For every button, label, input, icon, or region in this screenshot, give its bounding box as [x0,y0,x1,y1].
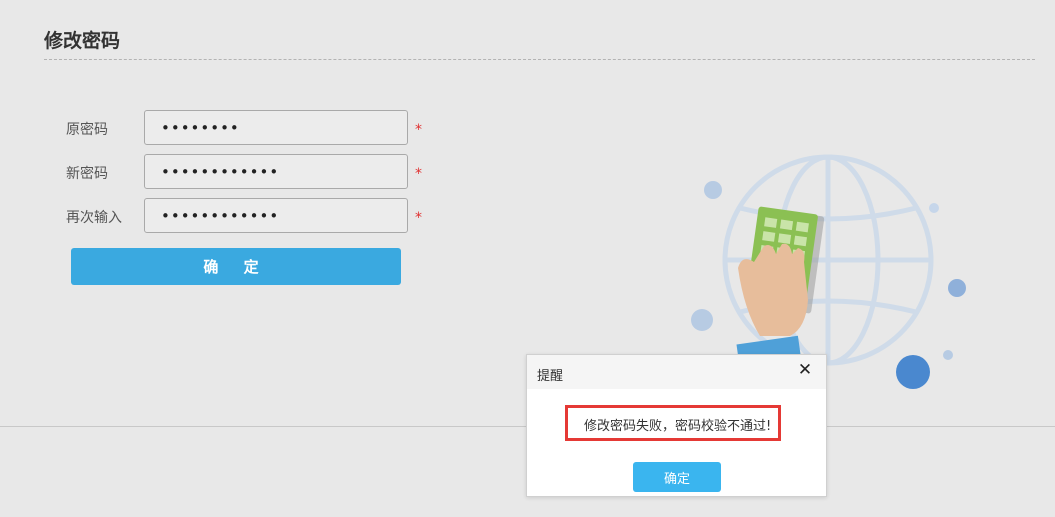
decor-dot [691,309,713,331]
decor-dot [943,350,953,360]
decor-dot [704,181,722,199]
required-star: * [415,210,422,226]
old-password-input[interactable] [144,110,408,145]
old-password-label: 原密码 [66,122,108,138]
old-password-row: 原密码 * [0,110,440,146]
required-star: * [415,166,422,182]
title-divider [44,59,1035,60]
close-icon[interactable]: ✕ [795,360,815,380]
decor-dot [896,355,930,389]
decor-dot [948,279,966,297]
new-password-input[interactable] [144,154,408,189]
dialog-header: 提醒 ✕ [527,355,826,389]
new-password-row: 新密码 * [0,154,440,190]
submit-button[interactable]: 确 定 [71,248,401,285]
decor-dot [929,203,939,213]
required-star: * [415,122,422,138]
confirm-password-input[interactable] [144,198,408,233]
dialog-message-box: 修改密码失败，密码校验不通过! [565,405,781,441]
confirm-password-label: 再次输入 [66,210,122,226]
dialog-message: 修改密码失败，密码校验不通过! [584,419,772,434]
dialog-title: 提醒 [537,369,564,384]
hand-icon [736,243,808,371]
page-title: 修改密码 [44,30,121,52]
new-password-label: 新密码 [66,166,108,182]
confirm-password-row: 再次输入 * [0,198,440,234]
dialog-ok-button[interactable]: 确定 [633,462,721,492]
alert-dialog: 提醒 ✕ 修改密码失败，密码校验不通过! 确定 [526,354,827,497]
